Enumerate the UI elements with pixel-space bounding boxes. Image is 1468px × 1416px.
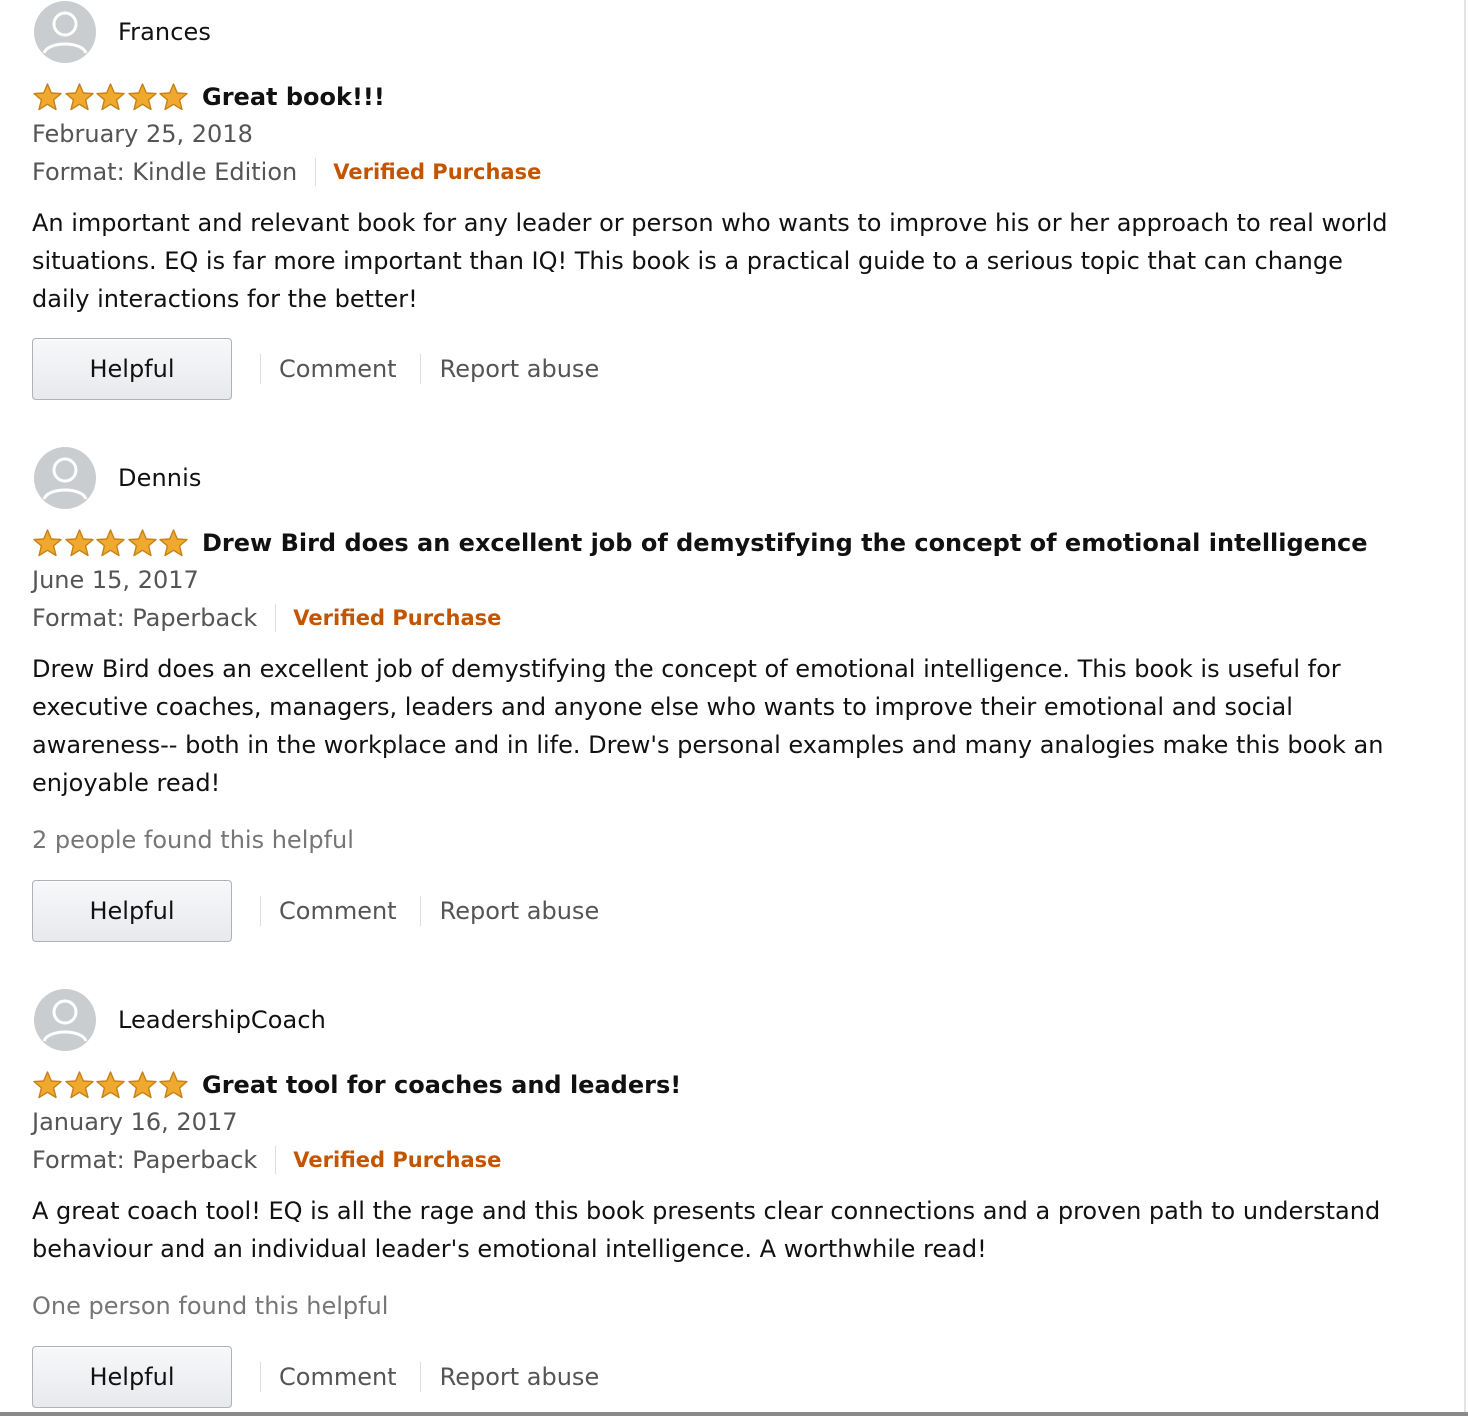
reviews-page: Frances Great book!!! February 25, 2018 … bbox=[0, 0, 1468, 1416]
star-rating[interactable] bbox=[32, 528, 190, 558]
review-body: An important and relevant book for any l… bbox=[32, 209, 1388, 313]
star-icon bbox=[127, 1071, 157, 1099]
divider bbox=[260, 1362, 261, 1392]
review-date: January 16, 2017 bbox=[32, 1108, 238, 1136]
star-icon bbox=[159, 529, 188, 557]
divider bbox=[419, 354, 421, 384]
reviewer-profile[interactable]: Dennis bbox=[34, 446, 201, 510]
reviewer-name[interactable]: Frances bbox=[118, 18, 211, 46]
helpful-button[interactable]: Helpful bbox=[32, 1346, 232, 1408]
star-rating[interactable] bbox=[32, 1070, 190, 1100]
review-format[interactable]: Format: Kindle Edition bbox=[32, 158, 297, 186]
avatar-icon bbox=[34, 447, 96, 509]
star-icon bbox=[33, 529, 62, 557]
helpful-count: One person found this helpful bbox=[32, 1292, 389, 1320]
report-abuse-link[interactable]: Report abuse bbox=[440, 897, 600, 925]
star-icon bbox=[64, 529, 94, 557]
verified-purchase-badge: Verified Purchase bbox=[333, 160, 542, 184]
star-icon bbox=[96, 83, 125, 111]
reviewer-name[interactable]: Dennis bbox=[118, 464, 201, 492]
review-body: Drew Bird does an excellent job of demys… bbox=[32, 655, 1384, 797]
review-date: February 25, 2018 bbox=[32, 120, 253, 148]
helpful-count: 2 people found this helpful bbox=[32, 826, 354, 854]
window-edge bbox=[1464, 0, 1466, 1416]
star-icon bbox=[159, 83, 188, 111]
divider bbox=[419, 1362, 421, 1392]
comment-link[interactable]: Comment bbox=[279, 1363, 397, 1391]
helpful-button[interactable]: Helpful bbox=[32, 338, 232, 400]
verified-purchase-badge: Verified Purchase bbox=[293, 1148, 502, 1172]
star-icon bbox=[33, 1071, 62, 1099]
reviewer-name[interactable]: LeadershipCoach bbox=[118, 1006, 326, 1034]
reviewer-profile[interactable]: Frances bbox=[34, 0, 211, 64]
divider bbox=[275, 1146, 277, 1174]
review-title[interactable]: Great book!!! bbox=[202, 83, 385, 111]
divider bbox=[315, 158, 317, 186]
review-format[interactable]: Format: Paperback bbox=[32, 604, 257, 632]
report-abuse-link[interactable]: Report abuse bbox=[440, 1363, 600, 1391]
review-title[interactable]: Drew Bird does an excellent job of demys… bbox=[202, 529, 1368, 557]
divider bbox=[260, 896, 261, 926]
review-format[interactable]: Format: Paperback bbox=[32, 1146, 257, 1174]
star-icon bbox=[33, 83, 62, 111]
divider bbox=[419, 896, 421, 926]
avatar-icon bbox=[34, 989, 96, 1051]
reviewer-profile[interactable]: LeadershipCoach bbox=[34, 988, 326, 1052]
report-abuse-link[interactable]: Report abuse bbox=[440, 355, 600, 383]
star-icon bbox=[64, 1071, 94, 1099]
comment-link[interactable]: Comment bbox=[279, 355, 397, 383]
review-body: A great coach tool! EQ is all the rage a… bbox=[32, 1197, 1381, 1263]
divider bbox=[275, 604, 277, 632]
star-icon bbox=[127, 529, 157, 557]
verified-purchase-badge: Verified Purchase bbox=[293, 606, 502, 630]
comment-link[interactable]: Comment bbox=[279, 897, 397, 925]
star-icon bbox=[159, 1071, 188, 1099]
star-rating[interactable] bbox=[32, 82, 190, 112]
window-bottom-edge bbox=[0, 1412, 1468, 1416]
star-icon bbox=[96, 1071, 125, 1099]
star-icon bbox=[127, 83, 157, 111]
review-date: June 15, 2017 bbox=[32, 566, 199, 594]
avatar-icon bbox=[34, 1, 96, 63]
star-icon bbox=[96, 529, 125, 557]
review-title[interactable]: Great tool for coaches and leaders! bbox=[202, 1071, 681, 1099]
star-icon bbox=[64, 83, 94, 111]
divider bbox=[260, 354, 261, 384]
helpful-button[interactable]: Helpful bbox=[32, 880, 232, 942]
